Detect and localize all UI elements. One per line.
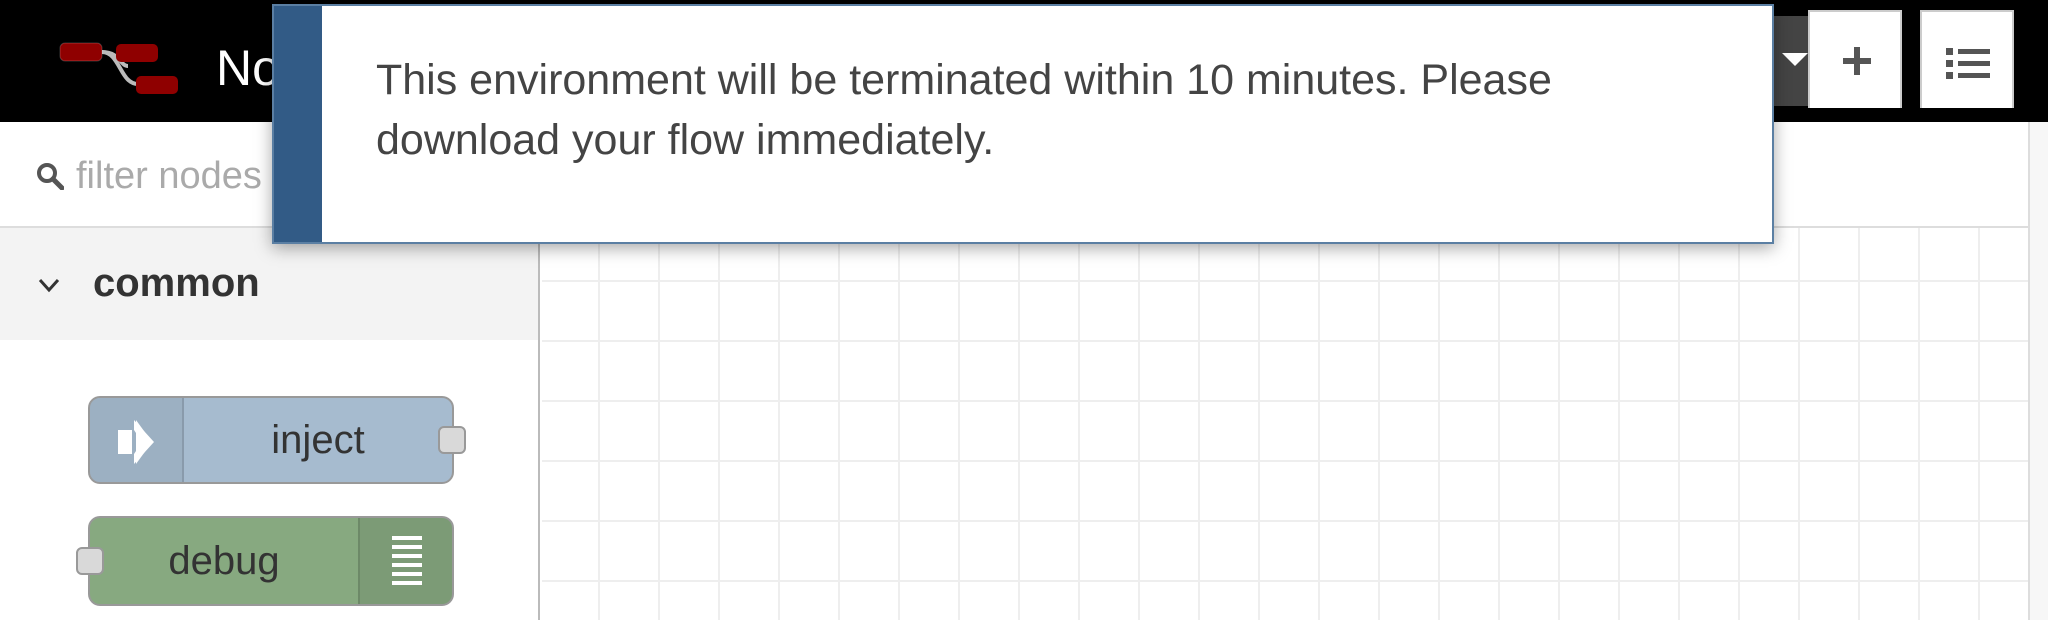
list-icon: [1946, 48, 1990, 79]
app-title: No: [216, 40, 280, 96]
flow-workspace-canvas[interactable]: [542, 228, 2028, 620]
palette-category-common[interactable]: common: [0, 228, 538, 340]
node-red-editor: No common: [0, 0, 2048, 620]
palette-node-debug[interactable]: debug: [88, 516, 454, 606]
output-port: [438, 426, 466, 454]
category-label: common: [93, 261, 260, 305]
list-flows-button[interactable]: [1920, 10, 2014, 108]
chevron-down-icon: [38, 278, 60, 293]
debug-list-icon: [358, 518, 452, 604]
caret-down-icon: [1782, 53, 1808, 66]
notification-message: This environment will be terminated with…: [376, 56, 1552, 164]
add-flow-button[interactable]: [1808, 10, 1902, 108]
node-label: debug: [168, 538, 280, 583]
notification-accent-bar: [274, 6, 322, 242]
palette-node-inject[interactable]: inject: [88, 396, 454, 484]
termination-notification[interactable]: This environment will be terminated with…: [272, 4, 1774, 244]
input-port: [76, 547, 104, 575]
workspace-scrollbar[interactable]: [2028, 122, 2048, 620]
plus-icon: [1843, 47, 1871, 75]
node-label: inject: [271, 417, 365, 462]
arrow-in-icon: [90, 398, 184, 482]
search-icon: [37, 163, 64, 190]
node-red-flow-icon: [59, 42, 178, 94]
